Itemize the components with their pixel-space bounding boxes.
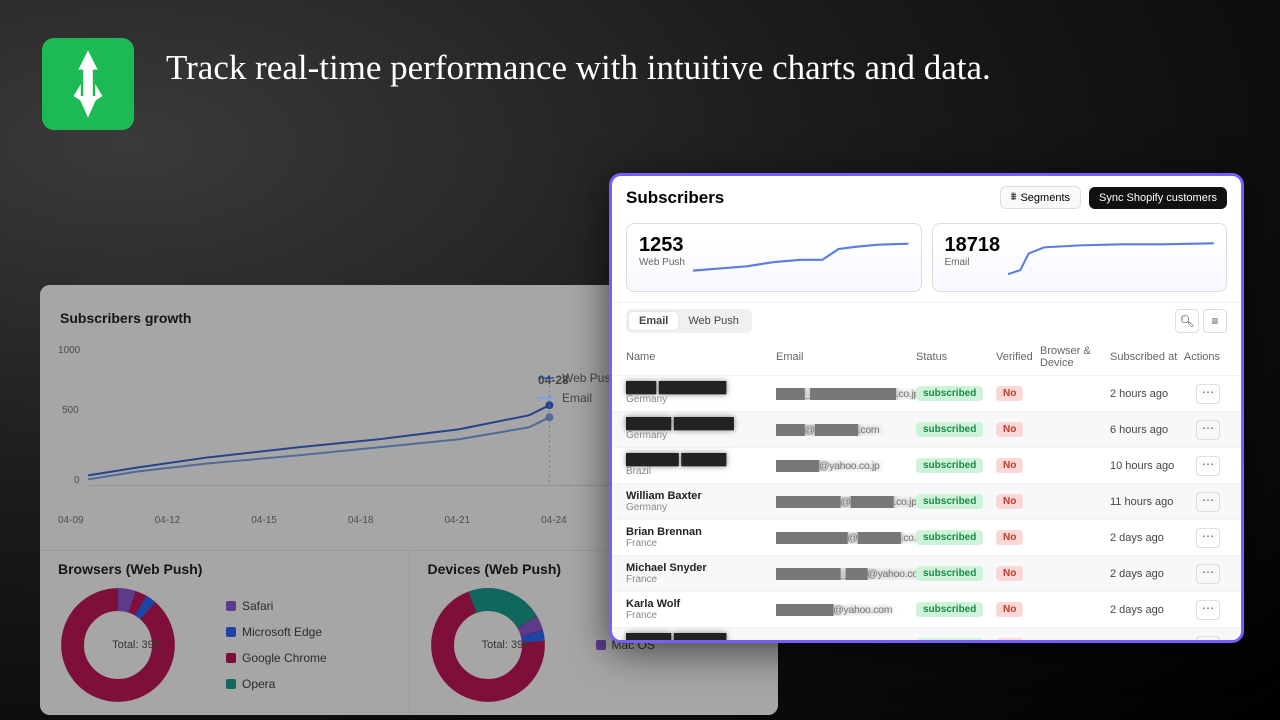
webpush-sparkline xyxy=(693,234,909,281)
subscribed-at: 11 hours ago xyxy=(1110,496,1180,508)
subscriber-email: ████████@yahoo.com xyxy=(776,604,916,616)
email-count: 18718 xyxy=(945,234,1001,257)
verified-badge: No xyxy=(996,566,1023,581)
subscriber-country: France xyxy=(626,610,776,621)
subscriber-country: Germany xyxy=(626,394,776,405)
subscriber-country: Brazil xyxy=(626,466,776,477)
users-icon: ⩩ xyxy=(1011,191,1017,204)
browsers-title: Browsers (Web Push) xyxy=(58,561,391,577)
subscribers-table: NameEmailStatusVerifiedBrowser & DeviceS… xyxy=(612,339,1241,643)
verified-badge: No xyxy=(996,602,1023,617)
tab-email[interactable]: Email xyxy=(629,312,678,330)
verified-badge: No xyxy=(996,638,1023,643)
row-actions-button[interactable]: ⋯ xyxy=(1196,636,1220,643)
verified-badge: No xyxy=(996,494,1023,509)
webpush-label: Web Push xyxy=(639,257,685,268)
subscribed-at: 5 days ago xyxy=(1110,640,1180,643)
table-row[interactable]: Karla WolfFrance████████@yahoo.comsubscr… xyxy=(612,591,1241,627)
subscriber-name: ██████ ███████ xyxy=(626,634,776,643)
app-logo xyxy=(42,38,134,130)
search-icon[interactable]: 🔍︎ xyxy=(1175,309,1199,333)
email-sparkline xyxy=(1008,234,1214,281)
headline: Track real-time performance with intuiti… xyxy=(166,48,991,88)
subscribed-at: 2 hours ago xyxy=(1110,388,1180,400)
growth-title: Subscribers growth xyxy=(60,310,191,326)
subscriber-email: ██████@yahoo.co.jp xyxy=(776,460,916,472)
subscriber-name: ██████ ████████ xyxy=(626,418,776,430)
subscribed-at: 10 hours ago xyxy=(1110,460,1180,472)
channel-tabs[interactable]: Email Web Push xyxy=(626,309,752,333)
filter-icon[interactable]: ≡ xyxy=(1203,309,1227,333)
tab-webpush[interactable]: Web Push xyxy=(678,312,749,330)
chart-tooltip-date: 04-28 xyxy=(538,373,569,387)
status-badge: subscribed xyxy=(916,566,983,581)
subscriber-name: William Baxter xyxy=(626,490,776,502)
subscriber-email: ████@██████.com xyxy=(776,424,916,436)
row-actions-button[interactable]: ⋯ xyxy=(1196,600,1220,620)
subscribed-at: 6 hours ago xyxy=(1110,424,1180,436)
subscriber-email: █████████_███@yahoo.co.jp xyxy=(776,568,916,580)
subscriber-email: ████████@██████.co.jp xyxy=(776,640,916,643)
subscriber-country: France xyxy=(626,538,776,549)
subscribers-panel: Subscribers ⩩ Segments Sync Shopify cust… xyxy=(609,173,1244,643)
subscriber-name: ████ █████████ xyxy=(626,382,776,394)
subscriber-name: Brian Brennan xyxy=(626,526,776,538)
row-actions-button[interactable]: ⋯ xyxy=(1196,564,1220,584)
subscribed-at: 2 days ago xyxy=(1110,568,1180,580)
sync-shopify-button[interactable]: Sync Shopify customers xyxy=(1089,187,1227,209)
webpush-stat-card[interactable]: 1253 Web Push xyxy=(626,223,922,292)
row-actions-button[interactable]: ⋯ xyxy=(1196,420,1220,440)
subscriber-email: █████████@██████.co.jp xyxy=(776,496,916,508)
table-row[interactable]: ████ █████████Germany████_████████████.c… xyxy=(612,375,1241,411)
row-actions-button[interactable]: ⋯ xyxy=(1196,492,1220,512)
subscriber-name: Karla Wolf xyxy=(626,598,776,610)
verified-badge: No xyxy=(996,422,1023,437)
status-badge: subscribed xyxy=(916,638,983,643)
subscriber-name: Michael Snyder xyxy=(626,562,776,574)
status-badge: subscribed xyxy=(916,530,983,545)
browsers-section: Browsers (Web Push) Total: 392 Safari Mi… xyxy=(40,550,409,715)
status-badge: subscribed xyxy=(916,494,983,509)
subscriber-email: ████_████████████.co.jp xyxy=(776,388,916,400)
subscriber-country: Germany xyxy=(626,430,776,441)
verified-badge: No xyxy=(996,530,1023,545)
subscriber-country: Germany xyxy=(626,502,776,513)
verified-badge: No xyxy=(996,386,1023,401)
row-actions-button[interactable]: ⋯ xyxy=(1196,384,1220,404)
subscriber-country: France xyxy=(626,574,776,585)
email-stat-card[interactable]: 18718 Email xyxy=(932,223,1228,292)
subscriber-email: ██████████@██████.co.jp xyxy=(776,532,916,544)
status-badge: subscribed xyxy=(916,458,983,473)
table-header: NameEmailStatusVerifiedBrowser & DeviceS… xyxy=(612,339,1241,375)
table-row[interactable]: Brian BrennanFrance██████████@██████.co.… xyxy=(612,519,1241,555)
browsers-total-label: Total: 392 xyxy=(96,639,176,651)
status-badge: subscribed xyxy=(916,386,983,401)
row-actions-button[interactable]: ⋯ xyxy=(1196,528,1220,548)
email-label: Email xyxy=(945,257,1001,268)
table-row[interactable]: ██████ ███████United States████████@████… xyxy=(612,627,1241,643)
rocket-icon xyxy=(62,48,114,120)
table-row[interactable]: Michael SnyderFrance█████████_███@yahoo.… xyxy=(612,555,1241,591)
verified-badge: No xyxy=(996,458,1023,473)
segments-button[interactable]: ⩩ Segments xyxy=(1000,186,1081,209)
panel-title: Subscribers xyxy=(626,188,724,208)
webpush-count: 1253 xyxy=(639,234,685,257)
status-badge: subscribed xyxy=(916,422,983,437)
subscriber-name: ███████ ██████ xyxy=(626,454,776,466)
subscribed-at: 2 days ago xyxy=(1110,532,1180,544)
status-badge: subscribed xyxy=(916,602,983,617)
row-actions-button[interactable]: ⋯ xyxy=(1196,456,1220,476)
subscribed-at: 2 days ago xyxy=(1110,604,1180,616)
devices-total-label: Total: 392 xyxy=(466,639,546,651)
table-row[interactable]: William BaxterGermany█████████@██████.co… xyxy=(612,483,1241,519)
table-row[interactable]: ██████ ████████Germany████@██████.comsub… xyxy=(612,411,1241,447)
table-row[interactable]: ███████ ██████Brazil██████@yahoo.co.jpsu… xyxy=(612,447,1241,483)
